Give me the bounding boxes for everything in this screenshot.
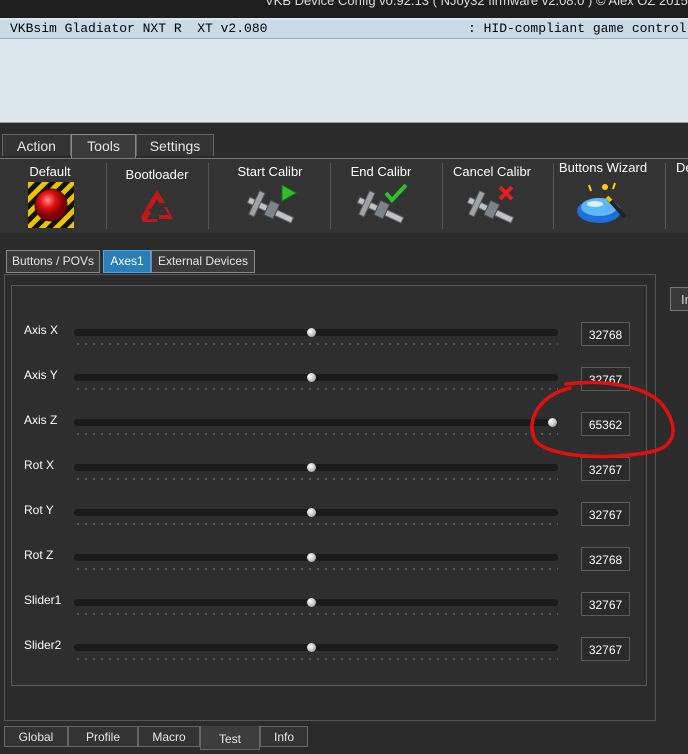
end-calibr-label: End Calibr bbox=[350, 164, 412, 179]
axis-slider-knob[interactable] bbox=[307, 553, 316, 562]
axis-value-field: 32768 bbox=[581, 547, 630, 571]
toolbar-separator bbox=[553, 163, 554, 229]
bootloader-label: Bootloader bbox=[125, 167, 189, 182]
axis-label: Rot Y bbox=[24, 503, 54, 517]
axis-tick-marks bbox=[74, 478, 558, 480]
axis-tick-marks bbox=[74, 523, 558, 525]
tab-info[interactable]: Info bbox=[260, 726, 308, 747]
tab-axes1[interactable]: Axes1 bbox=[103, 250, 151, 273]
start-calibr-label: Start Calibr bbox=[237, 164, 303, 179]
toolbar-separator bbox=[442, 163, 443, 229]
bootloader-button[interactable]: Bootloader bbox=[120, 159, 194, 233]
end-calibr-button[interactable]: End Calibr bbox=[342, 159, 420, 233]
cancel-calibr-button[interactable]: Cancel Calibr bbox=[450, 159, 534, 233]
axis-slider-knob[interactable] bbox=[307, 598, 316, 607]
buttons-wizard-label: Buttons Wizard bbox=[558, 160, 648, 175]
toolbar-separator bbox=[330, 163, 331, 229]
axis-tick-marks bbox=[74, 613, 558, 615]
axis-tick-marks bbox=[74, 388, 558, 390]
axis-slider-track[interactable] bbox=[74, 554, 558, 561]
axis-slider-knob[interactable] bbox=[307, 328, 316, 337]
axis-slider-track[interactable] bbox=[74, 509, 558, 516]
toolbar-separator bbox=[665, 163, 666, 229]
input-button[interactable]: In bbox=[670, 287, 688, 311]
caliper-play-icon bbox=[246, 184, 298, 224]
tab-external-devices[interactable]: External Devices bbox=[151, 250, 255, 273]
axis-slider-knob[interactable] bbox=[307, 463, 316, 472]
start-calibr-button[interactable]: Start Calibr bbox=[230, 159, 310, 233]
axis-value-field: 32767 bbox=[581, 457, 630, 481]
wizard-button-icon bbox=[577, 182, 627, 223]
toolbar-separator bbox=[106, 163, 107, 229]
title-bar: VKB Device Config v0.92.13 ( NJoy32 firm… bbox=[0, 0, 688, 18]
tab-buttons-povs[interactable]: Buttons / POVs bbox=[6, 250, 100, 273]
axis-label: Rot X bbox=[24, 458, 55, 472]
axis-label: Rot Z bbox=[24, 548, 54, 562]
device-name: VKBsim Gladiator NXT R XT v2.080 bbox=[10, 21, 268, 36]
tab-global[interactable]: Global bbox=[4, 726, 68, 747]
tab-settings[interactable]: Settings bbox=[136, 134, 214, 156]
tools-toolbar: Default Bootloader Start Calibr End Cali… bbox=[0, 158, 688, 233]
axis-label: Axis Z bbox=[24, 413, 58, 427]
caliper-cancel-icon bbox=[466, 185, 515, 224]
axis-tick-marks bbox=[74, 658, 558, 660]
default-label: Default bbox=[29, 164, 71, 179]
axis-slider-knob[interactable] bbox=[307, 508, 316, 517]
axis-tick-marks bbox=[74, 433, 558, 435]
axis-label: Axis Y bbox=[24, 368, 58, 382]
device-type: : HID-compliant game controller bbox=[468, 21, 688, 36]
axis-tick-marks bbox=[74, 343, 558, 345]
axis-slider-track[interactable] bbox=[74, 644, 558, 651]
axis-slider-knob[interactable] bbox=[307, 643, 316, 652]
tab-test[interactable]: Test bbox=[200, 726, 260, 750]
axis-value-field: 32767 bbox=[581, 367, 630, 391]
bottom-tabs: Global Profile Macro Test Info bbox=[0, 724, 688, 754]
recycle-icon bbox=[141, 190, 173, 222]
device-row[interactable]: VKBsim Gladiator NXT R XT v2.080 : HID-c… bbox=[0, 20, 688, 39]
axis-slider-track[interactable] bbox=[74, 599, 558, 606]
red-button-icon bbox=[28, 182, 74, 228]
default-button[interactable]: Default bbox=[22, 159, 78, 233]
axis-label: Slider1 bbox=[24, 593, 62, 607]
axes-group bbox=[11, 285, 647, 686]
axis-value-field: 65362 bbox=[581, 412, 630, 436]
cancel-calibr-label: Cancel Calibr bbox=[452, 164, 532, 179]
axis-tick-marks bbox=[74, 568, 558, 570]
axis-label: Axis X bbox=[24, 323, 59, 337]
tab-action[interactable]: Action bbox=[2, 134, 71, 156]
axis-value-field: 32767 bbox=[581, 592, 630, 616]
axis-value-field: 32767 bbox=[581, 502, 630, 526]
axis-slider-knob[interactable] bbox=[307, 373, 316, 382]
axis-value-field: 32767 bbox=[581, 637, 630, 661]
axis-value-field: 32768 bbox=[581, 322, 630, 346]
tab-macro[interactable]: Macro bbox=[138, 726, 200, 747]
device-list[interactable]: VKBsim Gladiator NXT R XT v2.080 : HID-c… bbox=[0, 18, 688, 123]
caliper-check-icon bbox=[356, 183, 408, 224]
tab-profile[interactable]: Profile bbox=[68, 726, 138, 747]
axis-slider-track[interactable] bbox=[74, 329, 558, 336]
axis-label: Slider2 bbox=[24, 638, 62, 652]
buttons-wizard-button[interactable]: Buttons Wizard bbox=[557, 159, 649, 233]
tab-tools[interactable]: Tools bbox=[71, 134, 136, 158]
axis-slider-knob[interactable] bbox=[547, 418, 557, 427]
window-title: VKB Device Config v0.92.13 ( NJoy32 firm… bbox=[265, 0, 688, 8]
axis-slider-track[interactable] bbox=[74, 419, 558, 426]
toolbar-separator bbox=[208, 163, 209, 229]
axis-slider-track[interactable] bbox=[74, 464, 558, 471]
next-tool-button[interactable]: De bbox=[676, 159, 688, 233]
next-tool-label: De bbox=[676, 160, 688, 175]
axis-slider-track[interactable] bbox=[74, 374, 558, 381]
